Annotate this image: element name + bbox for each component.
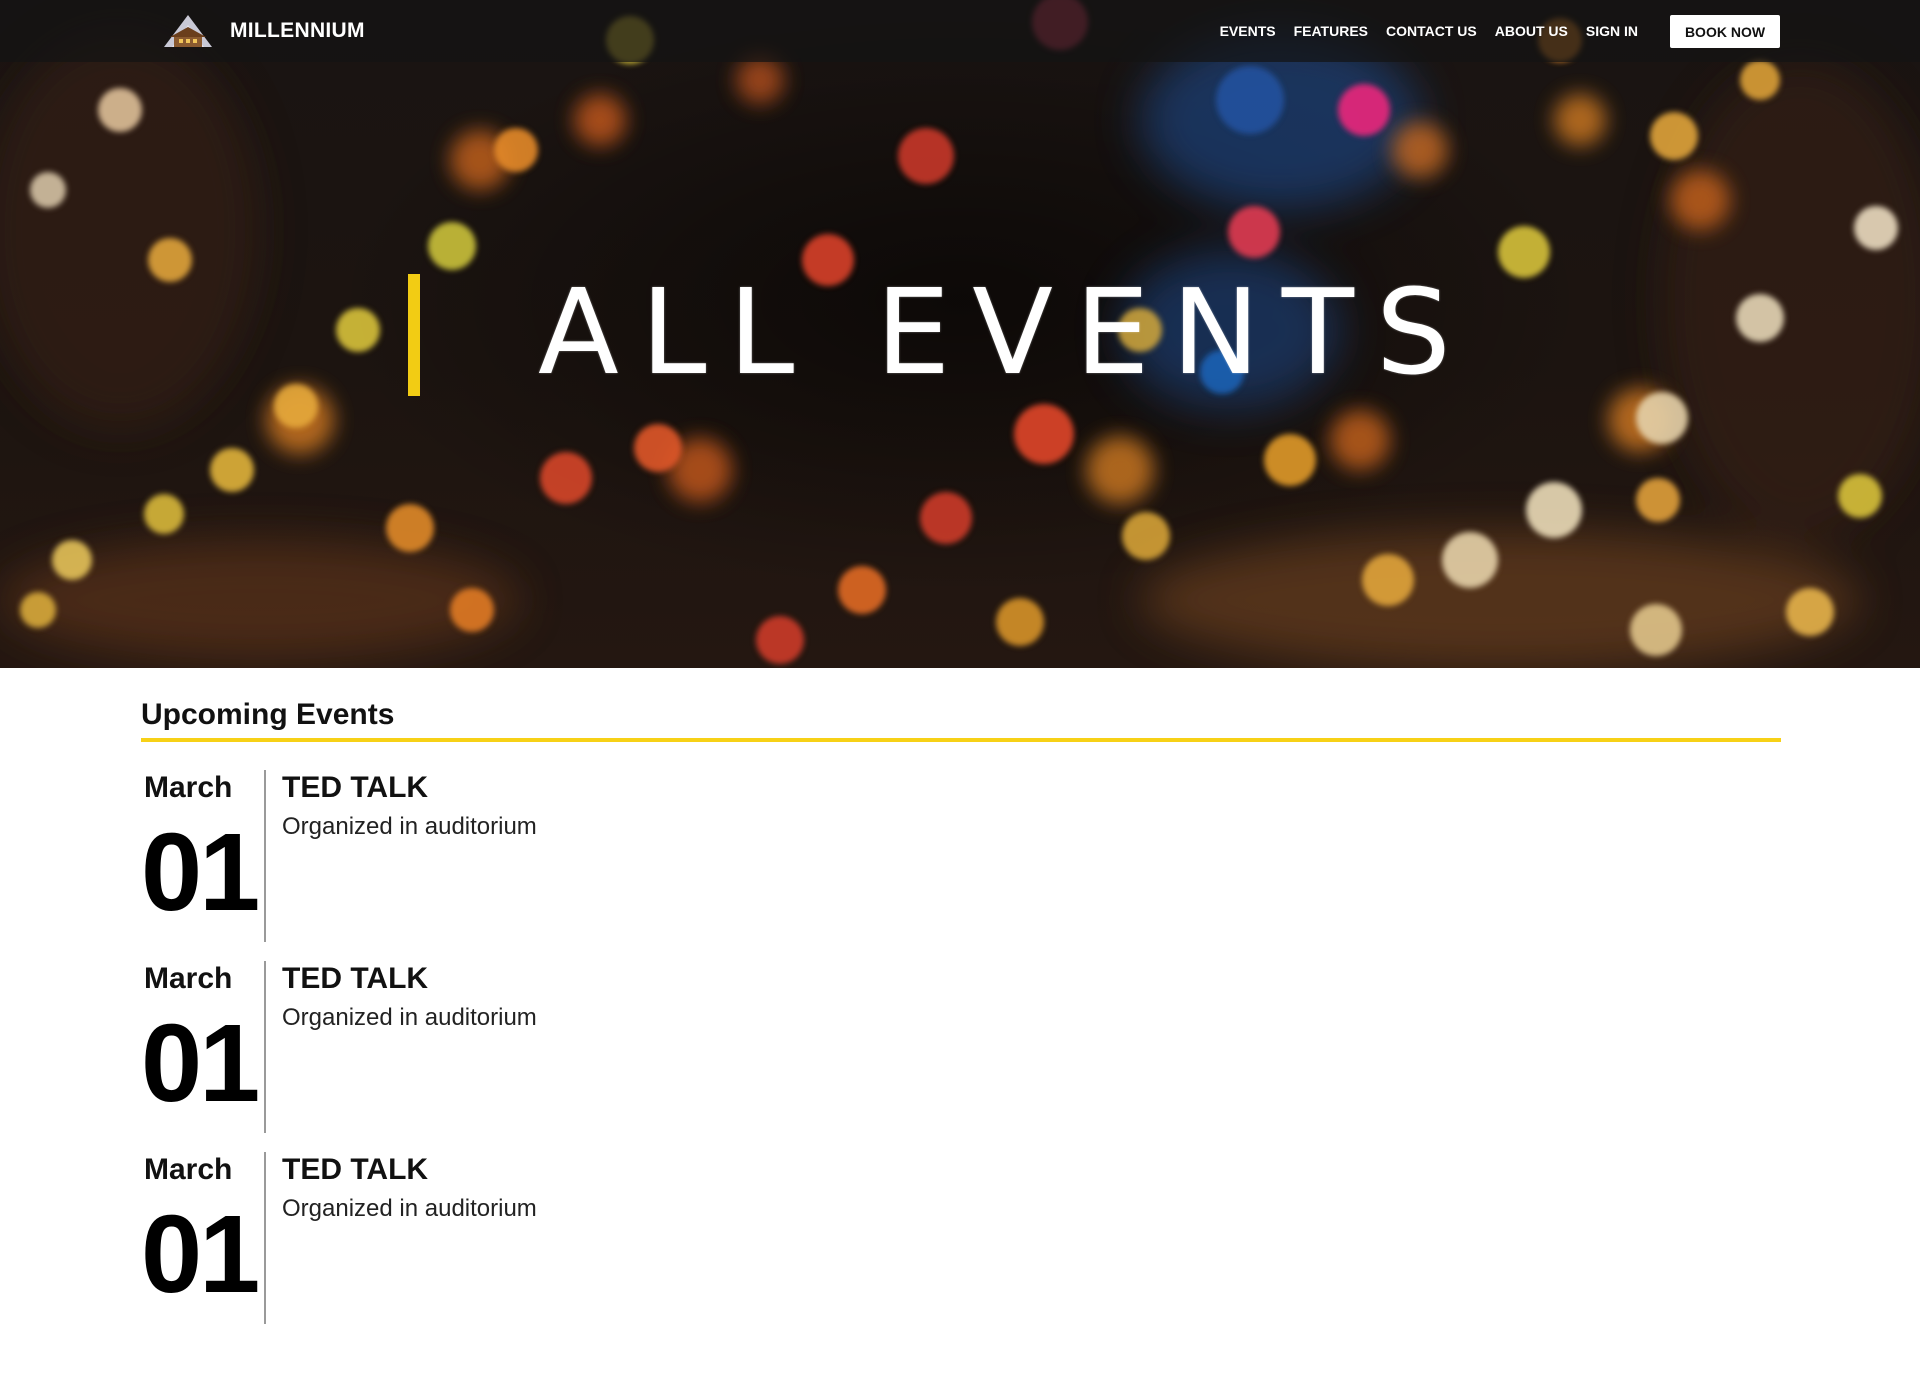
nav-link-sign-in[interactable]: SIGN IN bbox=[1586, 23, 1638, 39]
hero-banner: MILLENNIUM EVENTS FEATURES CONTACT US AB… bbox=[0, 0, 1920, 668]
event-item[interactable]: March 01 TED TALK Organized in auditoriu… bbox=[141, 1152, 1041, 1324]
event-title[interactable]: TED TALK bbox=[282, 770, 428, 806]
event-divider bbox=[264, 961, 266, 1133]
nav-link-events[interactable]: EVENTS bbox=[1220, 23, 1276, 39]
nav-links: EVENTS FEATURES CONTACT US ABOUT US SIGN… bbox=[1202, 0, 1638, 62]
mountain-lodge-logo-icon bbox=[164, 15, 212, 47]
event-description: Organized in auditorium bbox=[282, 813, 537, 840]
section-title: Upcoming Events bbox=[141, 698, 395, 731]
hero-title: ALL EVENTS bbox=[538, 263, 1473, 401]
event-description: Organized in auditorium bbox=[282, 1195, 537, 1222]
event-day: 01 bbox=[141, 1002, 260, 1125]
book-now-button[interactable]: BOOK NOW bbox=[1670, 15, 1780, 48]
top-navbar: MILLENNIUM EVENTS FEATURES CONTACT US AB… bbox=[0, 0, 1920, 62]
event-day: 01 bbox=[141, 1193, 260, 1316]
hero-accent-bar bbox=[408, 274, 420, 396]
section-divider bbox=[141, 738, 1781, 742]
brand-name: MILLENNIUM bbox=[230, 19, 365, 42]
event-month: March bbox=[144, 1153, 233, 1186]
event-divider bbox=[264, 770, 266, 942]
event-month: March bbox=[144, 962, 233, 995]
nav-link-contact-us[interactable]: CONTACT US bbox=[1386, 23, 1477, 39]
event-description: Organized in auditorium bbox=[282, 1004, 537, 1031]
nav-link-about-us[interactable]: ABOUT US bbox=[1495, 23, 1568, 39]
brand[interactable]: MILLENNIUM bbox=[160, 10, 365, 52]
event-month: March bbox=[144, 771, 233, 804]
event-day: 01 bbox=[141, 811, 260, 934]
event-item[interactable]: March 01 TED TALK Organized in auditoriu… bbox=[141, 961, 1041, 1133]
event-item[interactable]: March 01 TED TALK Organized in auditoriu… bbox=[141, 770, 1041, 942]
nav-link-features[interactable]: FEATURES bbox=[1294, 23, 1368, 39]
event-title[interactable]: TED TALK bbox=[282, 1152, 428, 1188]
event-divider bbox=[264, 1152, 266, 1324]
event-title[interactable]: TED TALK bbox=[282, 961, 428, 997]
